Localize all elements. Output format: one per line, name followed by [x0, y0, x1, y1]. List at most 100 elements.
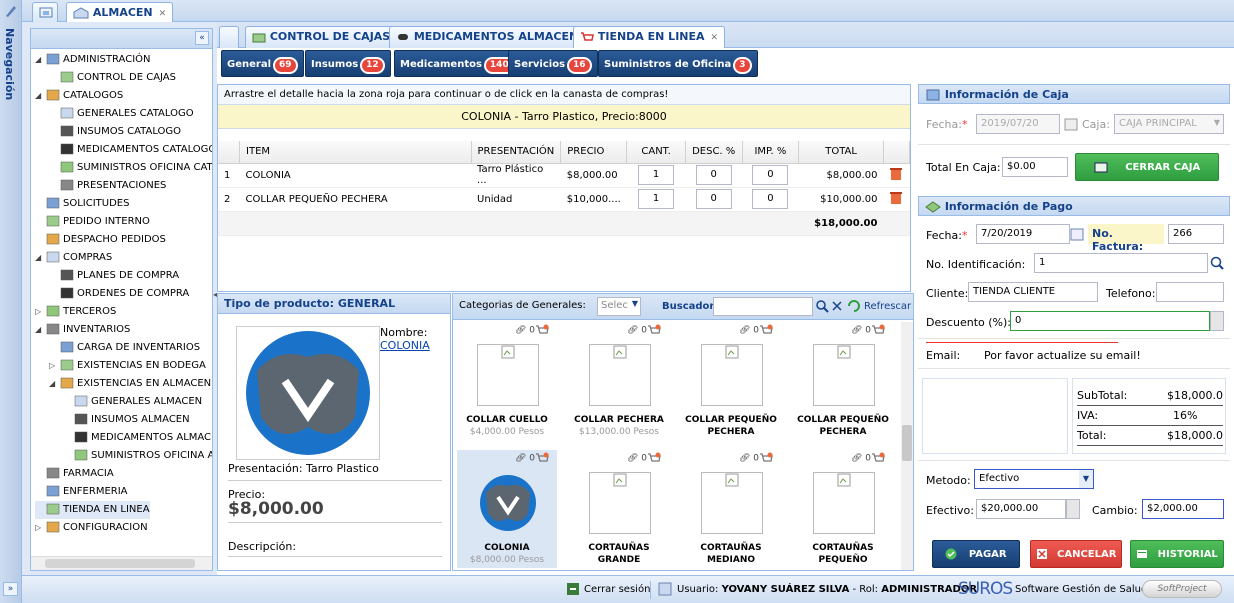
category-servicios-button[interactable]: Servicios 16: [508, 50, 598, 77]
tab-almacen[interactable]: ALMACEN ✕: [66, 2, 174, 22]
tax-input[interactable]: 0: [752, 165, 789, 185]
catalog-search-input[interactable]: [713, 297, 813, 316]
tree-item-ordenes-de-compra[interactable]: ORDENES DE COMPRA: [49, 285, 189, 303]
category-medicamentos-button[interactable]: Medicamentos 140: [394, 50, 521, 77]
tree-item-catalogos[interactable]: ◢ CATALOGOS: [35, 87, 123, 105]
tree-horizontal-scrollbar[interactable]: [31, 556, 212, 570]
category-suministros-button[interactable]: Suministros de Oficina 3: [598, 50, 758, 77]
tree-item-existencias-en-bodega[interactable]: ▷ EXISTENCIAS EN BODEGA: [49, 357, 206, 375]
add-to-cart-icon[interactable]: [759, 452, 773, 464]
tree-item-suministros-oficina-cata[interactable]: SUMINISTROS OFICINA CATA: [49, 159, 212, 177]
expand-button[interactable]: »: [3, 582, 18, 596]
table-row[interactable]: 2 COLLAR PEQUEÑO PECHERA Unidad $10,000.…: [218, 187, 910, 212]
column-header-precio[interactable]: PRECIO: [560, 141, 628, 163]
add-to-cart-icon[interactable]: [535, 452, 549, 464]
discount-input[interactable]: 0: [695, 189, 732, 209]
tree-item-control-de-cajas[interactable]: CONTROL DE CAJAS: [49, 69, 176, 87]
column-header-cant[interactable]: CANT.: [626, 141, 686, 163]
tree-item-farmacia[interactable]: FARMACIA: [35, 465, 114, 483]
paperclip-icon[interactable]: 🔗︎: [627, 454, 638, 464]
pagar-button[interactable]: PAGAR: [932, 540, 1020, 568]
tree-item-inventarios[interactable]: ◢ INVENTARIOS: [35, 321, 130, 339]
tree-item-generales-almacen[interactable]: GENERALES ALMACEN: [63, 393, 202, 411]
add-to-cart-icon[interactable]: [647, 452, 661, 464]
expand-toggle-icon[interactable]: ◢: [49, 375, 59, 393]
efectivo-input[interactable]: $20,000.00: [976, 499, 1066, 519]
chevron-down-icon[interactable]: ▼: [1079, 470, 1093, 488]
tree-item-tienda-en-linea[interactable]: TIENDA EN LINEA: [35, 501, 150, 519]
tree-item-generales-catalogo[interactable]: GENERALES CATALOGO: [49, 105, 194, 123]
calendar-icon[interactable]: [1070, 227, 1084, 241]
tab-tienda-en-linea[interactable]: TIENDA EN LINEA ✕: [573, 26, 726, 48]
tax-input[interactable]: 0: [752, 189, 789, 209]
tree-item-configuracion[interactable]: ▷ CONFIGURACION: [35, 519, 148, 537]
add-to-cart-icon[interactable]: [871, 324, 885, 336]
category-insumos-button[interactable]: Insumos 12: [305, 50, 391, 77]
expand-toggle-icon[interactable]: ◢: [35, 249, 45, 267]
product-card[interactable]: 🔗︎ 0 COLLAR CUELLO $4,000.00 Pesos: [457, 322, 557, 440]
add-to-cart-icon[interactable]: [647, 324, 661, 336]
product-thumbnail[interactable]: [477, 472, 539, 534]
tree-item-terceros[interactable]: ▷ TERCEROS: [35, 303, 116, 321]
column-header-imp[interactable]: IMP. %: [742, 141, 800, 163]
expand-toggle-icon[interactable]: ▷: [49, 357, 59, 375]
product-thumbnail[interactable]: [813, 344, 875, 406]
tree-item-medicamentos-catalogo[interactable]: MEDICAMENTOS CATALOGO: [49, 141, 212, 159]
product-thumbnail[interactable]: [589, 344, 651, 406]
close-icon[interactable]: ✕: [159, 9, 167, 19]
paperclip-icon[interactable]: 🔗︎: [627, 326, 638, 336]
descuento-input[interactable]: 0: [1010, 311, 1210, 331]
column-header-presentacion[interactable]: PRESENTACIÓN: [471, 141, 562, 163]
expand-toggle-icon[interactable]: ◢: [35, 87, 45, 105]
refresh-button[interactable]: Refrescar: [864, 301, 911, 312]
product-card[interactable]: 🔗︎ 0 COLLAR PEQUEÑO PECHERA: [681, 322, 781, 440]
blank-tab[interactable]: [219, 26, 239, 48]
scrollbar-thumb[interactable]: [902, 425, 912, 461]
efectivo-spinner[interactable]: [1066, 499, 1080, 519]
product-card[interactable]: 🔗︎ 0 COLLAR PECHERA $13,000.00 Pesos: [569, 322, 669, 440]
column-header-total[interactable]: TOTAL: [798, 141, 884, 163]
tree-item-administración[interactable]: ◢ ADMINISTRACIÓN: [35, 51, 151, 69]
table-row[interactable]: 1 COLONIA Tarro Plástico ... $8,000.00 1…: [218, 163, 910, 188]
tree-item-medicamentos-almacen[interactable]: MEDICAMENTOS ALMACEN: [63, 429, 212, 447]
product-card[interactable]: 🔗︎ 0 CORTAUÑAS GRANDE: [569, 450, 669, 568]
product-thumbnail[interactable]: [701, 344, 763, 406]
cancelar-button[interactable]: CANCELAR: [1030, 540, 1122, 568]
tree-item-pedido-interno[interactable]: PEDIDO INTERNO: [35, 213, 150, 231]
tree-item-solicitudes[interactable]: SOLICITUDES: [35, 195, 129, 213]
paperclip-icon[interactable]: 🔗︎: [739, 326, 750, 336]
tab-medicamentos-almacen[interactable]: MEDICAMENTOS ALMACEN✕: [389, 26, 599, 48]
tree-item-presentaciones[interactable]: PRESENTACIONES: [49, 177, 166, 195]
cliente-input[interactable]: TIENDA CLIENTE: [968, 282, 1098, 302]
refresh-icon[interactable]: [847, 299, 861, 313]
historial-button[interactable]: HISTORIAL: [1130, 540, 1224, 568]
collapse-tree-button[interactable]: «: [195, 31, 209, 45]
quantity-input[interactable]: 1: [638, 165, 675, 185]
tree-item-insumos-almacen[interactable]: INSUMOS ALMACEN: [63, 411, 190, 429]
expand-toggle-icon[interactable]: ▷: [35, 303, 45, 321]
tree-item-enfermeria[interactable]: ENFERMERIA: [35, 483, 128, 501]
cerrar-caja-button[interactable]: CERRAR CAJA: [1075, 153, 1219, 181]
tree-item-planes-de-compra[interactable]: PLANES DE COMPRA: [49, 267, 179, 285]
clear-icon[interactable]: [830, 299, 844, 313]
paperclip-icon[interactable]: 🔗︎: [739, 454, 750, 464]
expand-toggle-icon[interactable]: ◢: [35, 321, 45, 339]
category-select[interactable]: Selec ▼: [597, 297, 641, 316]
tree-item-insumos-catalogo[interactable]: INSUMOS CATALOGO: [49, 123, 181, 141]
product-grid-scrollbar[interactable]: [901, 322, 913, 570]
ident-input[interactable]: 1: [1034, 253, 1208, 273]
paperclip-icon[interactable]: 🔗︎: [851, 454, 862, 464]
expand-toggle-icon[interactable]: ▷: [35, 519, 45, 537]
column-header-item[interactable]: ITEM: [239, 141, 472, 163]
delete-icon[interactable]: [889, 167, 903, 181]
category-general-button[interactable]: General 69: [221, 50, 304, 77]
factura-input[interactable]: 266: [1168, 224, 1224, 244]
product-thumbnail[interactable]: [589, 472, 651, 534]
tree-item-existencias-en-almacen[interactable]: ◢ EXISTENCIAS EN ALMACEN: [49, 375, 211, 393]
column-header-desc[interactable]: DESC. %: [685, 141, 743, 163]
expand-toggle-icon[interactable]: ◢: [35, 51, 45, 69]
home-tab[interactable]: [32, 2, 58, 22]
tree-item-despacho-pedidos[interactable]: DESPACHO PEDIDOS: [35, 231, 166, 249]
search-icon[interactable]: [1209, 255, 1225, 271]
add-to-cart-icon[interactable]: [871, 452, 885, 464]
